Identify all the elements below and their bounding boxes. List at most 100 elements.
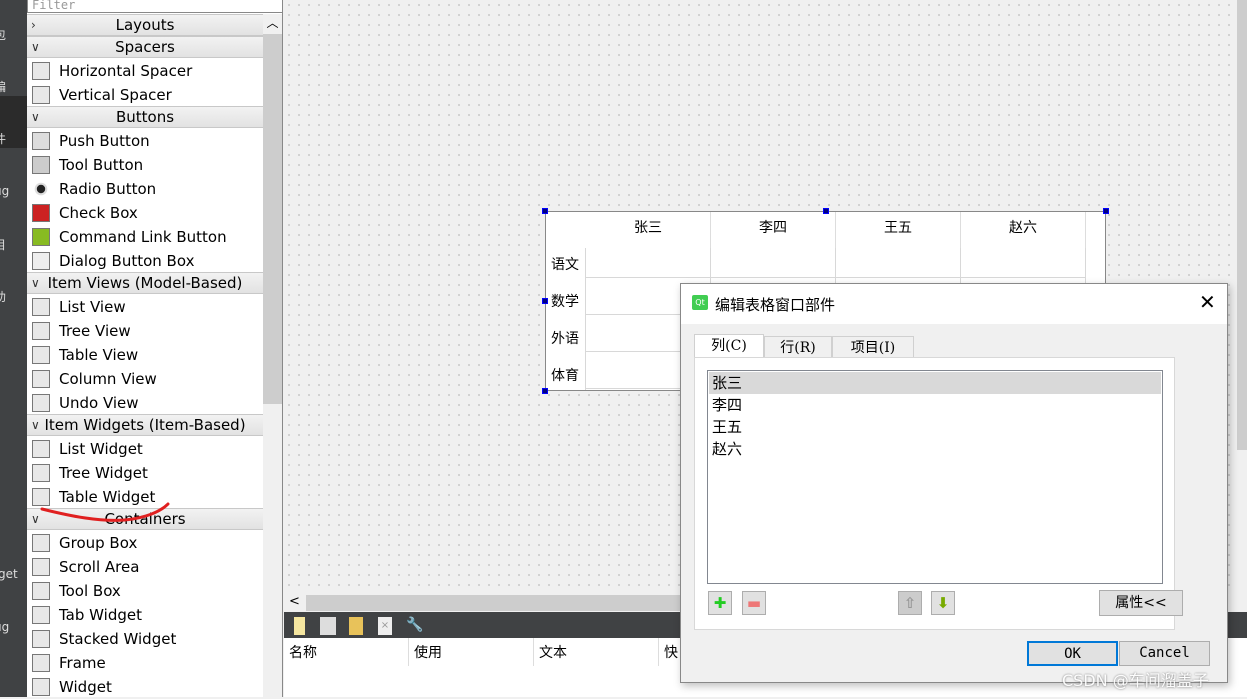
widget-item[interactable]: Undo View [27,391,263,415]
paste-action-icon[interactable] [349,617,363,635]
canvas-vertical-scrollbar[interactable] [1236,0,1247,594]
scroll-area-icon [32,558,50,576]
kit-label[interactable]: ug [0,620,9,634]
mode-label[interactable]: 助 [0,288,6,305]
mode-label[interactable]: 包 [0,26,6,43]
list-view-icon [32,298,50,316]
selection-handle[interactable] [1103,208,1109,214]
tab-rows[interactable]: 行(R) [764,336,832,358]
tool-box-icon [32,582,50,600]
category-header[interactable]: ∨ Item Widgets (Item-Based) [27,414,263,436]
widget-item-label: Undo View [59,394,139,412]
qt-logo-icon: Qt [692,295,708,310]
widget-item[interactable]: Push Button [27,129,263,153]
widget-item-label: Scroll Area [59,558,140,576]
widget-item[interactable]: Group Box [27,531,263,555]
widget-item-label: List Widget [59,440,143,458]
widget-item[interactable]: Column View [27,367,263,391]
close-icon[interactable]: ✕ [1199,290,1216,314]
category-header[interactable]: ∨ Item Views (Model-Based) [27,272,263,294]
tree-widget-icon [32,464,50,482]
list-item[interactable]: 王五 [709,416,1161,438]
category-header[interactable]: ∨ Containers [27,508,263,530]
widget-item[interactable]: Tree View [27,319,263,343]
widget-item[interactable]: Tool Box [27,579,263,603]
widget-item[interactable]: Tool Button [27,153,263,177]
move-down-button[interactable]: ⬇ [931,591,955,615]
widget-list: › Layouts ∨ Spacers Horizontal Spacer Vertica… [27,0,263,697]
table-row-header[interactable]: 外语 [546,314,586,351]
widget-item[interactable]: Table Widget [27,485,263,509]
configure-icon[interactable]: 🔧 [406,617,423,635]
widget-item[interactable]: Dialog Button Box [27,249,263,273]
category-header[interactable]: ∨ Buttons [27,106,263,128]
tree-view-icon [32,322,50,340]
selection-handle[interactable] [542,208,548,214]
widget-item[interactable]: Scroll Area [27,555,263,579]
selection-handle[interactable] [542,388,548,394]
widget-box-scrollbar[interactable]: ︿ [263,14,282,697]
column-view-icon [32,370,50,388]
table-column-header[interactable]: 赵六 [961,212,1086,248]
widget-item[interactable]: Tab Widget [27,603,263,627]
column-header[interactable]: 文本 [534,638,659,666]
widget-item[interactable]: Table View [27,343,263,367]
widget-item[interactable]: Stacked Widget [27,627,263,651]
tab-items[interactable]: 项目(I) [832,336,914,358]
column-header[interactable]: 名称 [284,638,409,666]
widget-item-label: Dialog Button Box [59,252,195,270]
delete-action-icon[interactable]: × [378,617,392,635]
remove-item-button[interactable]: ▬ [742,591,766,615]
properties-button[interactable]: 属性<< [1099,590,1183,616]
dialog-titlebar: Qt 编辑表格窗口部件 ✕ [681,284,1227,324]
chevron-down-icon: ∨ [31,512,40,526]
copy-action-icon[interactable] [320,617,336,635]
widget-item[interactable]: Horizontal Spacer [27,59,263,83]
widget-item[interactable]: Widget [27,675,263,699]
widget-item-label: Table Widget [59,488,156,506]
frame-icon [32,654,50,672]
widget-item[interactable]: List Widget [27,437,263,461]
cancel-button[interactable]: Cancel [1119,641,1210,666]
move-up-button[interactable]: ⇧ [898,591,922,615]
column-list[interactable]: 张三 李四 王五 赵六 [707,370,1163,584]
command-link-icon [32,228,50,246]
add-item-button[interactable]: ✚ [708,591,732,615]
list-item[interactable]: 李四 [709,394,1161,416]
table-row-header[interactable]: 数学 [546,277,586,314]
selection-handle[interactable] [542,298,548,304]
mode-label[interactable]: 目 [0,236,6,253]
category-header[interactable]: ∨ Spacers [27,36,263,58]
widget-item-label: Push Button [59,132,150,150]
table-row-header[interactable]: 语文 [546,240,586,277]
widget-item[interactable]: List View [27,295,263,319]
widget-item-label: Tree Widget [59,464,148,482]
widget-item[interactable]: Tree Widget [27,461,263,485]
column-header[interactable]: 使用 [409,638,534,666]
table-column-header[interactable]: 李四 [711,212,836,248]
widget-item[interactable]: Vertical Spacer [27,83,263,107]
widget-item[interactable]: Frame [27,651,263,675]
ok-button[interactable]: OK [1027,641,1118,666]
widget-item[interactable]: Radio Button [27,177,263,201]
tab-columns[interactable]: 列(C) [694,334,764,358]
category-header[interactable]: › Layouts [27,14,263,36]
mode-label[interactable]: ug [0,184,9,198]
widget-item[interactable]: Check Box [27,201,263,225]
table-column-header[interactable]: 张三 [586,212,711,248]
list-item[interactable]: 赵六 [709,438,1161,460]
kit-label[interactable]: get [0,567,18,581]
mode-label[interactable]: 件 [0,130,6,147]
list-item[interactable]: 张三 [709,372,1161,394]
scroll-left-icon[interactable]: < [289,594,300,609]
table-row-header[interactable]: 体育 [546,351,586,388]
undo-view-icon [32,394,50,412]
table-column-header[interactable]: 王五 [836,212,961,248]
tab-pane: 张三 李四 王五 赵六 ✚ ▬ ⇧ ⬇ 属性<< [694,357,1183,630]
new-action-icon[interactable] [294,617,305,635]
selection-handle[interactable] [823,208,829,214]
mode-label[interactable]: 编 [0,78,6,95]
widget-item[interactable]: Command Link Button [27,225,263,249]
category-title: Item Widgets (Item-Based) [44,416,246,434]
table-grid-line [586,277,1086,278]
